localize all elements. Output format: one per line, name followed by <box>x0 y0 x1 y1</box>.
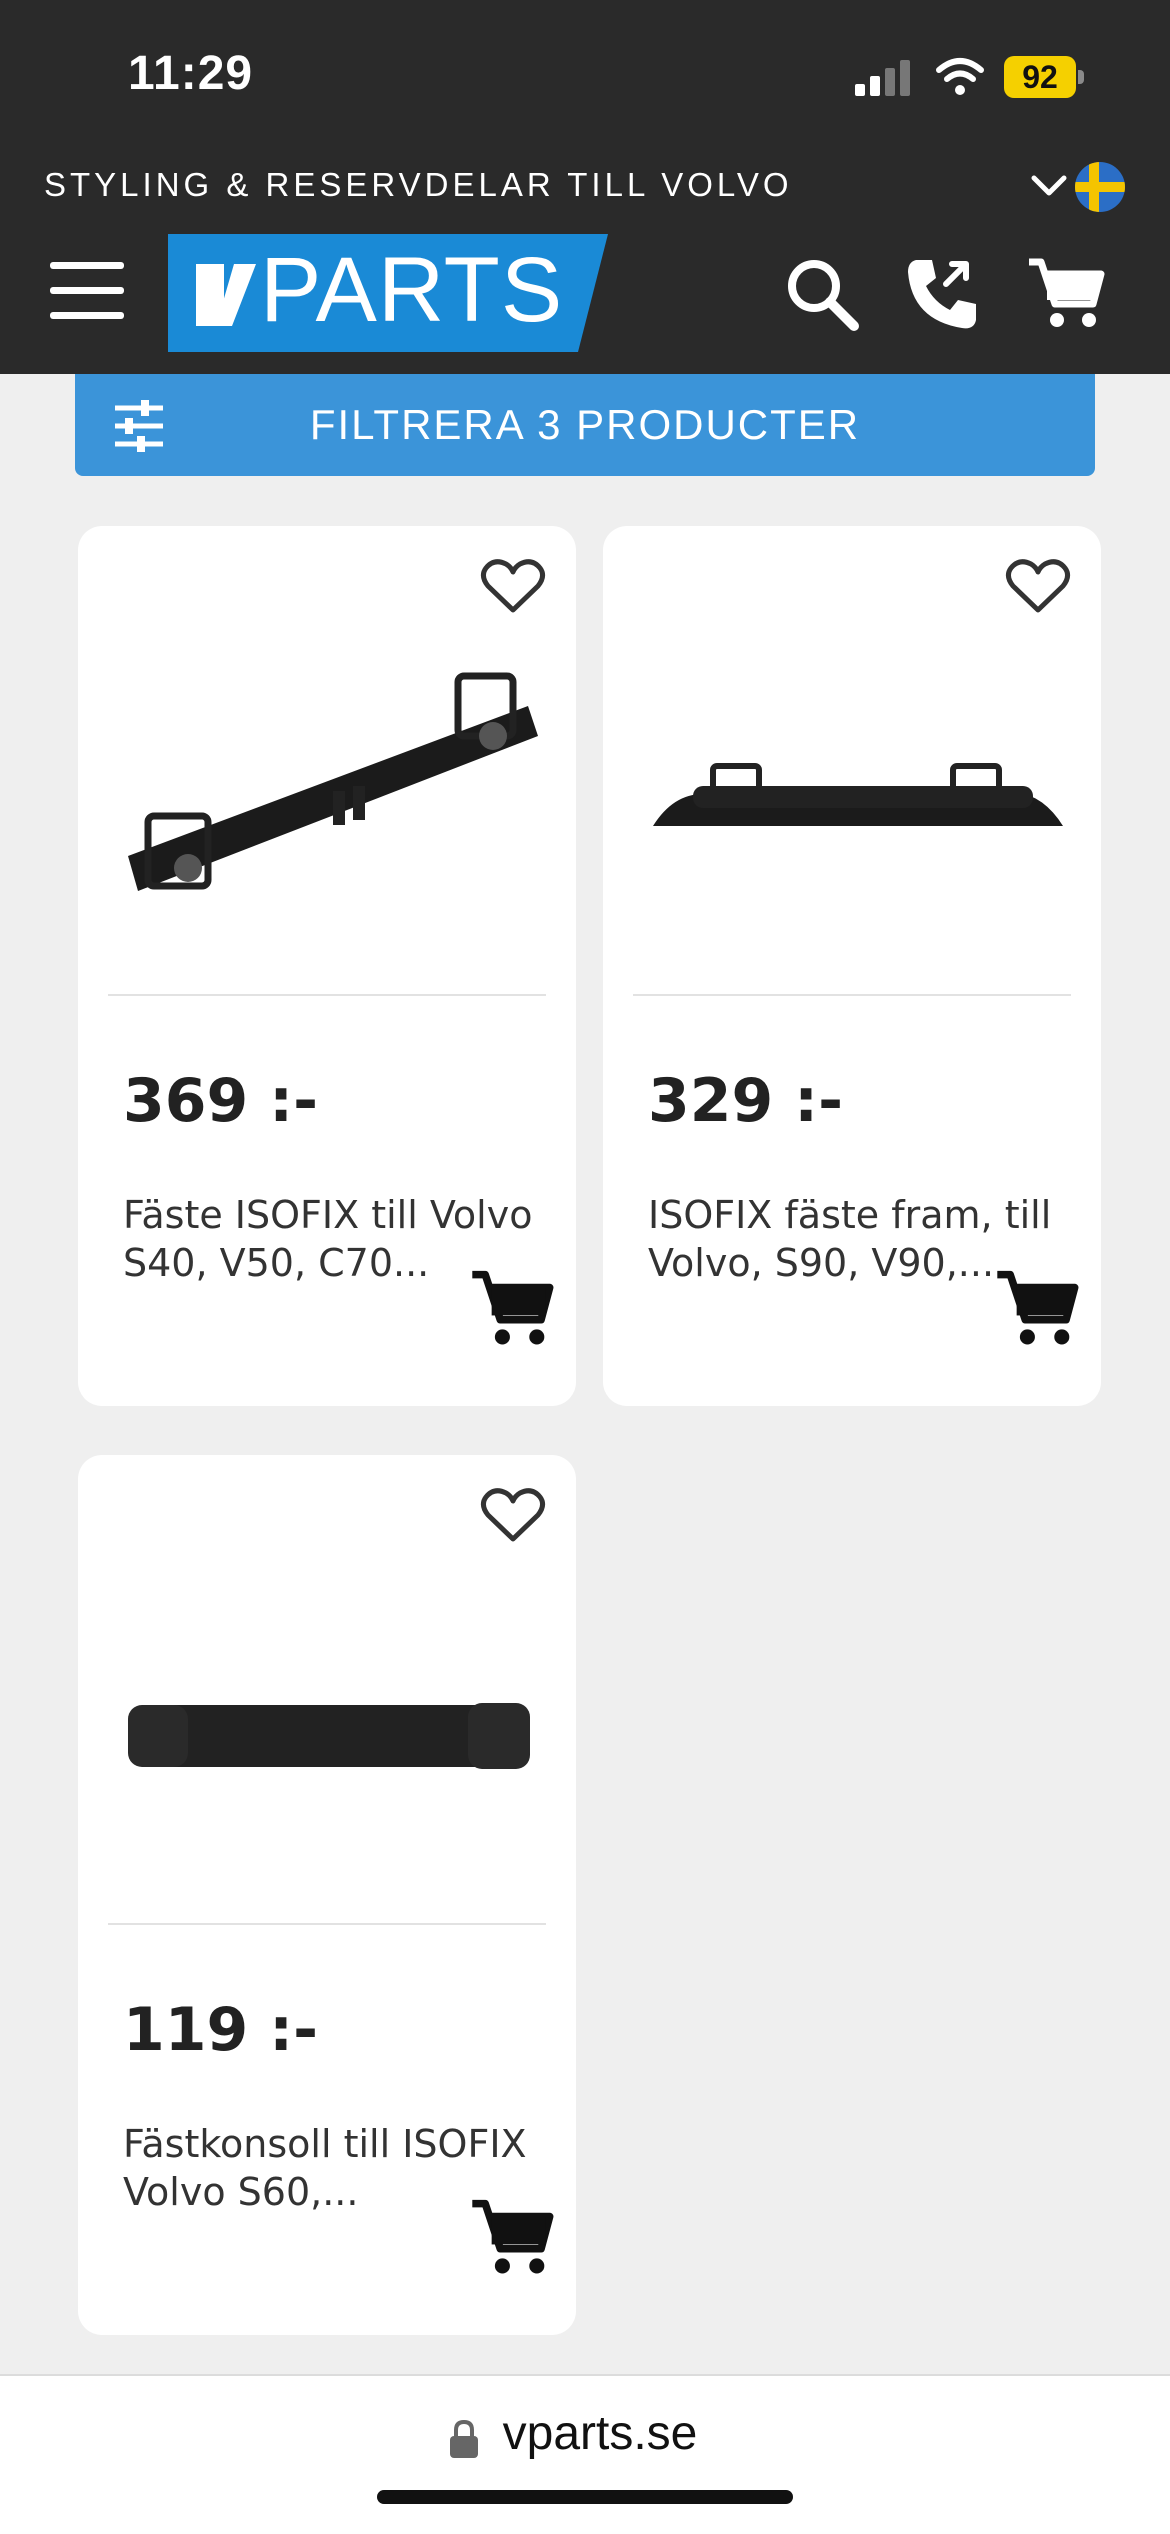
product-image[interactable] <box>108 1555 548 1895</box>
filter-button[interactable]: FILTRERA 3 PRODUCTER <box>75 374 1095 476</box>
wifi-icon <box>936 58 984 95</box>
product-card[interactable]: 369 :- Fäste ISOFIX till Volvo S40, V50,… <box>78 526 576 1406</box>
product-price: 119 :- <box>123 1995 319 2065</box>
product-card[interactable]: 119 :- Fästkonsoll till ISOFIX Volvo S60… <box>78 1455 576 2335</box>
status-time: 11:29 <box>128 47 254 100</box>
browser-url-bar[interactable]: vparts.se <box>0 2374 1170 2534</box>
site-tagline: STYLING & RESERVDELAR TILL VOLVO <box>44 166 793 203</box>
add-to-cart-icon[interactable] <box>993 1266 1079 1352</box>
search-icon[interactable] <box>782 254 862 334</box>
cart-icon[interactable] <box>1025 254 1105 334</box>
product-card[interactable]: 329 :- ISOFIX fäste fram, till Volvo, S9… <box>603 526 1101 1406</box>
logo-text: PARTS <box>260 239 564 341</box>
home-indicator[interactable] <box>377 2490 793 2504</box>
phone-icon[interactable] <box>902 254 982 334</box>
heart-icon[interactable] <box>480 556 546 616</box>
cellular-signal-icon <box>855 60 913 96</box>
battery-level: 92 <box>1004 56 1076 98</box>
menu-icon[interactable] <box>50 262 124 320</box>
product-image[interactable] <box>633 626 1073 966</box>
sweden-flag-icon[interactable] <box>1075 162 1125 212</box>
add-to-cart-icon[interactable] <box>468 2195 554 2281</box>
url-text[interactable]: vparts.se <box>0 2406 1170 2461</box>
product-price: 329 :- <box>648 1066 844 1136</box>
chevron-down-icon[interactable] <box>1030 170 1068 200</box>
product-price: 369 :- <box>123 1066 319 1136</box>
add-to-cart-icon[interactable] <box>468 1266 554 1352</box>
heart-icon[interactable] <box>480 1485 546 1545</box>
product-image[interactable] <box>108 626 548 966</box>
battery-indicator: 92 <box>1004 56 1084 98</box>
site-header: 11:29 92 STYLING & RESERVDELAR TILL VOLV… <box>0 0 1170 374</box>
filter-label: FILTRERA 3 PRODUCTER <box>309 401 861 448</box>
heart-icon[interactable] <box>1005 556 1071 616</box>
